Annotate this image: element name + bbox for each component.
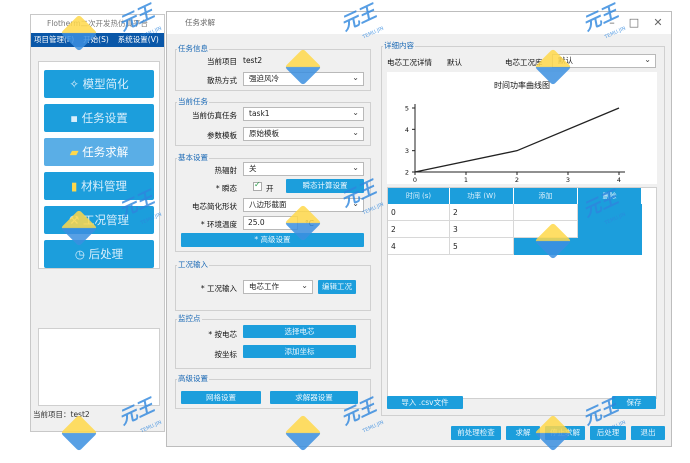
nav-panel: ✧ 模型简化 ▪ 任务设置 ▰ 任务求解 ▮ 材料管理 ⚒ 工况管理 ◷ 后处理	[38, 61, 160, 269]
task-select[interactable]: task1 ⌄	[243, 107, 364, 121]
x-tick-label: 0	[413, 176, 417, 184]
exit-button[interactable]: 退出	[631, 426, 665, 440]
check-icon: ✓	[254, 180, 261, 189]
shape-label: 电芯简化形状	[192, 202, 237, 211]
solve-dialog: 任务求解 – □ ✕ 任务信息 当前项目 test2 散热方式 强迫风冷 ⌄ 当前…	[166, 11, 672, 447]
group-current-task-title: 当前任务	[177, 96, 209, 107]
series-line	[414, 107, 620, 173]
y-tick-label: 2	[405, 169, 409, 177]
grid-settings-button[interactable]: 网格设置	[181, 391, 261, 404]
delete-row-button[interactable]	[578, 238, 642, 255]
table-cell-power[interactable]: 2	[450, 204, 514, 221]
table-cell-power[interactable]: 5	[450, 238, 514, 255]
table-cell-time[interactable]: 2	[388, 221, 450, 238]
chevron-down-icon: ⌄	[301, 281, 308, 290]
x-tick-label: 1	[464, 176, 468, 184]
table-cell-add	[514, 204, 578, 221]
group-detail-title: 详细内容	[383, 40, 415, 51]
template-select[interactable]: 原始模板 ⌄	[243, 127, 364, 141]
close-button[interactable]: ✕	[647, 12, 669, 34]
project-label: 当前项目	[207, 57, 237, 66]
group-monitor-title: 监控点	[177, 313, 202, 324]
cooling-label: 散热方式	[207, 76, 237, 85]
magic-icon: ✧	[69, 77, 83, 91]
workload-select[interactable]: 电芯工作 ⌄	[243, 280, 313, 294]
precheck-button[interactable]: 前处理检查	[451, 426, 501, 440]
table-cell-power[interactable]: 3	[450, 221, 514, 238]
col-header-time: 时间 (s)	[388, 188, 450, 204]
radiation-select[interactable]: 关 ⌄	[243, 162, 364, 176]
advanced-settings-button[interactable]: * 高级设置	[181, 233, 364, 247]
chevron-down-icon: ⌄	[352, 73, 359, 82]
square-icon: ▪	[70, 111, 82, 125]
group-advanced-title: 高级设置	[177, 373, 209, 384]
save-button[interactable]: 保存	[612, 396, 656, 409]
workload-label: * 工况输入	[200, 284, 237, 293]
col-header-add: 添加	[514, 188, 578, 204]
table-cell-time[interactable]: 4	[388, 238, 450, 255]
x-tick-label: 3	[566, 176, 570, 184]
x-tick-label: 2	[515, 176, 519, 184]
add-coord-button[interactable]: 添加坐标	[243, 345, 356, 358]
nav-model-simplify[interactable]: ✧ 模型简化	[44, 70, 154, 98]
chart-svg: 2 3 4 5 0 1 2 3 4	[405, 104, 625, 184]
clock-icon: ◷	[74, 247, 89, 261]
chevron-down-icon: ⌄	[644, 55, 651, 64]
y-tick-label: 3	[405, 147, 409, 155]
detail-label: 电芯工况详情	[387, 58, 432, 67]
edit-workload-button[interactable]: 编辑工况	[318, 280, 356, 294]
monitor-cell-label: * 按电芯	[208, 330, 237, 339]
chevron-down-icon: ⌄	[352, 108, 359, 117]
col-header-power: 功率 (W)	[450, 188, 514, 204]
chevron-down-icon: ⌄	[352, 128, 359, 137]
transient-label: * 瞬态	[215, 184, 237, 193]
power-chart: 时间功率曲线图 234501234	[387, 72, 657, 184]
monitor-coord-label: 按坐标	[214, 350, 238, 359]
group-basic-title: 基本设置	[177, 152, 209, 163]
nav-task-settings[interactable]: ▪ 任务设置	[44, 104, 154, 132]
import-csv-button[interactable]: 导入 .csv文件	[387, 396, 463, 409]
nav-task-solve[interactable]: ▰ 任务求解	[44, 138, 154, 166]
chevron-down-icon: ⌄	[352, 163, 359, 172]
transient-check-label: 开	[266, 184, 274, 193]
x-tick-label: 4	[617, 176, 621, 184]
menu-settings[interactable]: 系统设置(V)	[118, 35, 159, 44]
detail-value: 默认	[447, 58, 462, 67]
nav-postprocess[interactable]: ◷ 后处理	[44, 240, 154, 268]
select-cell-button[interactable]: 选择电芯	[243, 325, 356, 338]
y-tick-label: 4	[405, 126, 409, 134]
y-tick-label: 5	[405, 105, 409, 113]
table-cell-time[interactable]: 0	[388, 204, 450, 221]
task-label: 当前仿真任务	[192, 111, 237, 120]
template-label: 参数模板	[207, 131, 237, 140]
folder-icon: ▰	[69, 145, 83, 159]
chart-icon: ▮	[71, 179, 81, 193]
group-workload-title: 工况输入	[177, 259, 209, 270]
radiation-label: 热辐射	[214, 166, 238, 175]
ambient-label: * 环境温度	[200, 220, 237, 229]
group-task-info-title: 任务信息	[177, 43, 209, 54]
transient-checkbox[interactable]: ✓	[253, 180, 262, 191]
project-value: test2	[243, 56, 263, 65]
